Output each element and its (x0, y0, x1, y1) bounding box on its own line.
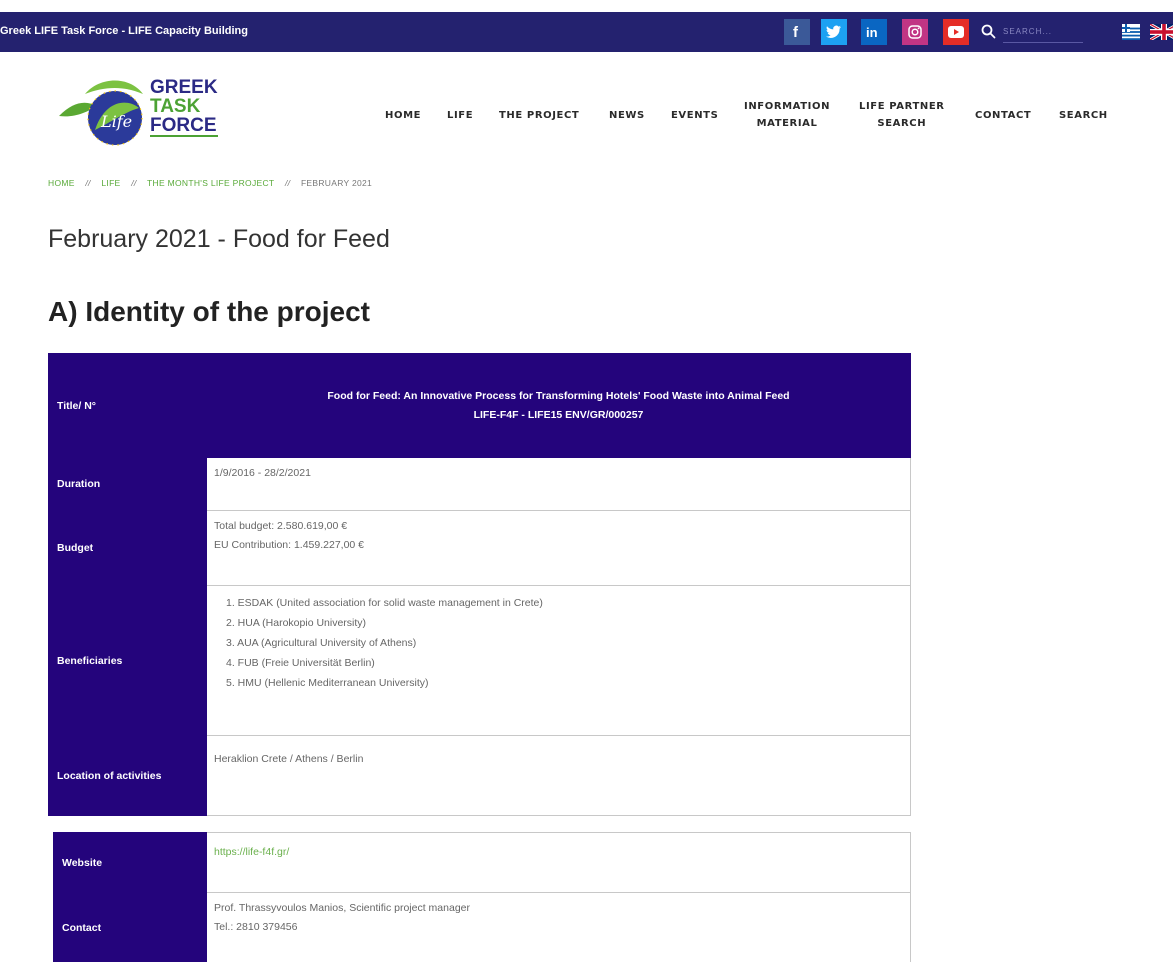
logo-line-greek: GREEK (150, 77, 218, 98)
table-row-contact: Contact Prof. Thrassyvoulos Manios, Scie… (53, 892, 911, 962)
row-label-beneficiaries: Beneficiaries (48, 585, 207, 736)
logo-line-force: FORCE (150, 115, 218, 137)
page-title: February 2021 - Food for Feed (48, 225, 390, 253)
contact-name: Prof. Thrassyvoulos Manios, Scientific p… (214, 902, 470, 914)
nav-information-material-line2: MATERIAL (756, 118, 818, 129)
uk-flag-icon[interactable] (1150, 24, 1173, 40)
nav-information-material-line1: INFORMATION (744, 101, 831, 112)
table-row-beneficiaries: Beneficiaries 1. ESDAK (United associati… (48, 585, 911, 736)
breadcrumb-separator: // (85, 178, 91, 188)
budget-eu-contribution: EU Contribution: 1.459.227,00 € (214, 539, 365, 551)
nav-search[interactable]: SEARCH (1059, 107, 1108, 124)
svg-text:Life: Life (100, 112, 132, 131)
list-item: 4. FUB (Freie Universität Berlin) (226, 657, 375, 669)
nav-the-project[interactable]: THE PROJECT (499, 107, 579, 124)
table-row-budget: Budget Total budget: 2.580.619,00 € EU C… (48, 510, 911, 586)
section-title: A) Identity of the project (48, 296, 370, 327)
nav-events[interactable]: EVENTS (671, 107, 718, 124)
breadcrumb: HOME // LIFE // THE MONTH'S LIFE PROJECT… (48, 178, 372, 188)
breadcrumb-life[interactable]: LIFE (101, 178, 120, 188)
row-label-budget: Budget (48, 510, 207, 586)
project-code: LIFE-F4F - LIFE15 ENV/GR/000257 (473, 408, 644, 421)
youtube-icon[interactable] (943, 19, 969, 45)
table-row-website: Website https://life-f4f.gr/ (53, 832, 911, 893)
life-emblem-icon: Life (59, 80, 143, 146)
row-label-title: Title/ N° (48, 353, 207, 458)
beneficiaries-list: 1. ESDAK (United association for solid w… (214, 593, 903, 693)
budget-value: Total budget: 2.580.619,00 € EU Contribu… (206, 510, 911, 586)
project-title-cell: Food for Feed: An Innovative Process for… (206, 353, 911, 458)
project-identity-table: Title/ N° Food for Feed: An Innovative P… (48, 353, 911, 816)
list-item: 1. ESDAK (United association for solid w… (226, 597, 543, 609)
row-label-website: Website (53, 832, 207, 893)
budget-total: Total budget: 2.580.619,00 € (214, 520, 348, 532)
table-row-title: Title/ N° Food for Feed: An Innovative P… (48, 353, 911, 458)
nav-life[interactable]: LIFE (447, 107, 473, 124)
breadcrumb-separator: // (284, 178, 291, 188)
nav-information-material[interactable]: INFORMATION MATERIAL (744, 98, 830, 132)
linkedin-icon[interactable]: in (861, 19, 887, 45)
list-item: 3. AUA (Agricultural University of Athen… (226, 637, 417, 649)
breadcrumb-home[interactable]: HOME (48, 178, 75, 188)
site-tagline: Greek LIFE Task Force - LIFE Capacity Bu… (0, 25, 248, 37)
svg-text:in: in (866, 25, 878, 39)
duration-value: 1/9/2016 - 28/2/2021 (206, 457, 911, 511)
row-label-location: Location of activities (48, 735, 207, 816)
greek-flag-icon[interactable] (1122, 24, 1140, 40)
top-bar: Greek LIFE Task Force - LIFE Capacity Bu… (0, 12, 1173, 52)
nav-contact[interactable]: CONTACT (975, 107, 1031, 124)
table-row-location: Location of activities Heraklion Crete /… (48, 735, 911, 816)
beneficiaries-value: 1. ESDAK (United association for solid w… (206, 585, 911, 736)
svg-text:f: f (793, 24, 799, 40)
website-cell: https://life-f4f.gr/ (206, 832, 911, 893)
nav-life-partner-search-line2: SEARCH (877, 118, 927, 129)
facebook-icon[interactable]: f (784, 19, 810, 45)
breadcrumb-current: FEBRUARY 2021 (300, 178, 373, 188)
row-label-contact: Contact (53, 892, 207, 962)
breadcrumb-separator: // (131, 178, 137, 188)
table-row-duration: Duration 1/9/2016 - 28/2/2021 (48, 457, 911, 511)
search-icon[interactable] (981, 24, 996, 44)
contact-phone: Tel.: 2810 379456 (214, 921, 298, 933)
list-item: 2. HUA (Harokopio University) (226, 617, 367, 629)
nav-home[interactable]: HOME (385, 107, 421, 124)
nav-life-partner-search[interactable]: LIFE PARTNER SEARCH (859, 98, 945, 132)
breadcrumb-month-project[interactable]: THE MONTH'S LIFE PROJECT (147, 178, 274, 188)
website-link[interactable]: https://life-f4f.gr/ (214, 846, 289, 858)
contact-value: Prof. Thrassyvoulos Manios, Scientific p… (206, 892, 911, 962)
project-contact-table: Website https://life-f4f.gr/ Contact Pro… (53, 832, 911, 962)
list-item: 5. HMU (Hellenic Mediterranean Universit… (226, 677, 429, 689)
logo-line-task: TASK (150, 96, 201, 117)
instagram-icon[interactable] (902, 19, 928, 45)
twitter-icon[interactable] (821, 19, 847, 45)
nav-life-partner-search-line1: LIFE PARTNER (859, 101, 945, 112)
project-title: Food for Feed: An Innovative Process for… (327, 389, 790, 402)
top-search-input[interactable] (1003, 21, 1083, 43)
logo-text: GREEK TASK FORCE (150, 78, 218, 137)
site-logo[interactable]: Life GREEK TASK FORCE (55, 72, 245, 160)
nav-news[interactable]: NEWS (609, 107, 645, 124)
row-label-duration: Duration (48, 457, 207, 511)
location-value: Heraklion Crete / Athens / Berlin (206, 735, 911, 816)
